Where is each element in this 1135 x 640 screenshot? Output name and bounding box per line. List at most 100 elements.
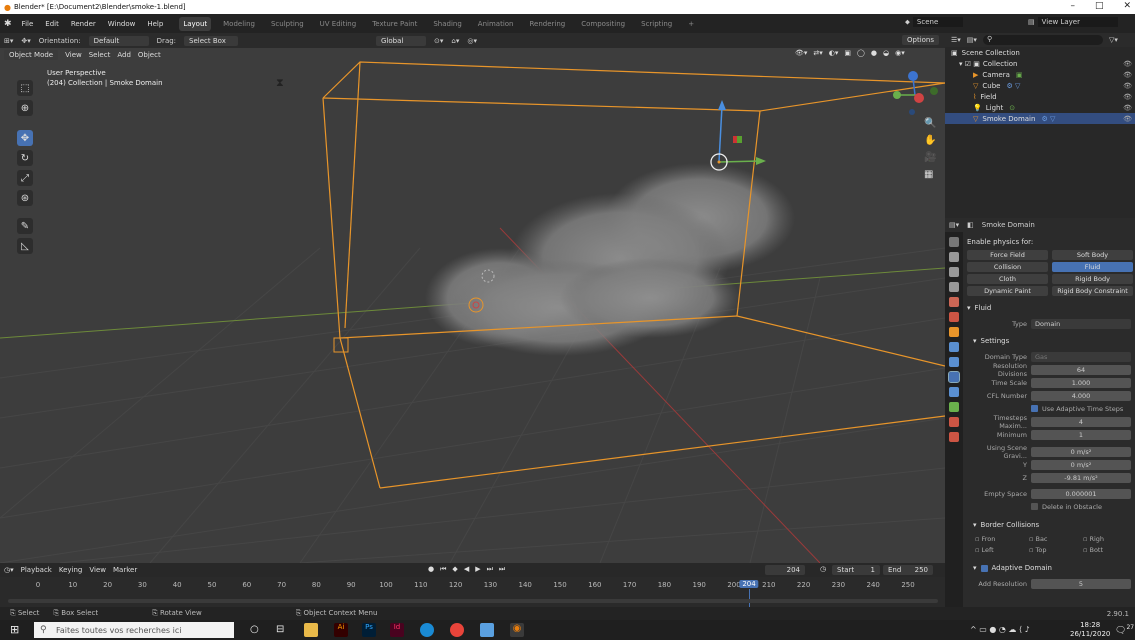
blender-taskbar-icon[interactable]: ◉ — [510, 623, 524, 637]
workspace-tab-rendering[interactable]: Rendering — [525, 17, 569, 31]
end-frame-field[interactable]: End 250 — [883, 565, 933, 575]
blender-menu-icon[interactable]: ✱ — [4, 19, 12, 29]
world-tab-icon[interactable] — [949, 312, 959, 322]
tool-tab-icon[interactable] — [949, 237, 959, 247]
transform-orientation-dropdown[interactable]: Global — [376, 35, 427, 46]
timeline-scrollbar[interactable] — [8, 599, 938, 603]
modifier-tab-icon[interactable] — [949, 342, 959, 352]
view-layer-selector[interactable]: ▤ View Layer — [1028, 17, 1118, 27]
proportional-edit-icon[interactable]: ◎▾ — [467, 37, 477, 45]
mode-dropdown[interactable]: Object Mode — [4, 50, 59, 60]
properties-editor-icon[interactable]: ▤▾ — [949, 221, 959, 229]
playhead-frame[interactable]: 204 — [739, 580, 759, 588]
notification-icon[interactable]: 🗨27 — [1115, 624, 1134, 636]
material-tab-icon[interactable] — [949, 417, 959, 427]
drag-dropdown[interactable]: Select Box — [184, 35, 239, 46]
timeline-menu-view[interactable]: View — [89, 566, 106, 574]
output-tab-icon[interactable] — [949, 267, 959, 277]
add-resolution-field[interactable]: 5 — [1031, 578, 1131, 589]
display-mode-icon[interactable]: ▤▾ — [967, 36, 977, 44]
shading-material-icon[interactable]: ◒ — [883, 49, 889, 57]
windows-start-icon[interactable]: ⊞ — [10, 623, 19, 636]
outliner-collection[interactable]: ▾ ☑ ▣ Collection 👁 — [945, 58, 1135, 69]
outliner-editor-icon[interactable]: ☰▾ — [951, 36, 961, 44]
eye-icon[interactable]: 👁 — [1123, 60, 1132, 68]
viewport-menu-object[interactable]: Object — [138, 51, 161, 59]
ortho-grid-icon[interactable]: ▦ — [924, 169, 936, 180]
soft-body-button[interactable]: Soft Body — [1052, 250, 1133, 260]
clock[interactable]: 18:28 26/11/2020 — [1070, 621, 1110, 639]
properties-editor[interactable]: ▤▾ ◧ Smoke Domain Enable physics for: Fo… — [945, 218, 1135, 607]
render-tab-icon[interactable] — [949, 252, 959, 262]
border-bottom-checkbox[interactable]: ▫ Bott — [1083, 546, 1133, 554]
current-frame-field[interactable]: 204 — [765, 565, 805, 575]
editor-type-icon[interactable]: ⊞▾ — [4, 37, 13, 45]
app-icon[interactable] — [480, 623, 494, 637]
texture-tab-icon[interactable] — [949, 432, 959, 442]
outliner-search-input[interactable]: ⚲ — [982, 35, 1103, 45]
maximize-button[interactable]: □ — [1095, 1, 1104, 11]
photoshop-icon[interactable]: Ps — [362, 623, 376, 637]
xray-icon[interactable]: ▣ — [844, 49, 851, 57]
visibility-icon[interactable]: 👁▾ — [795, 49, 807, 57]
chrome-icon[interactable] — [450, 623, 464, 637]
illustrator-icon[interactable]: Ai — [334, 623, 348, 637]
stopwatch-icon[interactable]: ◷ — [820, 565, 826, 573]
timeline-editor[interactable]: ◷▾ Playback Keying View Marker ● ⏮ ◆ ◀ ▶… — [0, 563, 945, 607]
play-reverse-icon[interactable]: ◀ — [464, 565, 469, 574]
expand-arrow-icon[interactable]: ▾ ☑ ▣ — [959, 60, 980, 68]
rotate-tool-icon[interactable]: ↻ — [17, 150, 33, 166]
close-button[interactable]: ✕ — [1123, 1, 1131, 11]
measure-tool-icon[interactable]: ◺ — [17, 238, 33, 254]
menu-help[interactable]: Help — [145, 18, 165, 30]
delete-obstacle-checkbox[interactable] — [1031, 503, 1038, 510]
object-tab-icon[interactable] — [949, 327, 959, 337]
annotate-tool-icon[interactable]: ✎ — [17, 218, 33, 234]
next-keyframe-icon[interactable]: ⏭ — [487, 565, 493, 574]
menu-render[interactable]: Render — [69, 18, 98, 30]
viewport-menu-view[interactable]: View — [65, 51, 82, 59]
cursor-tool-icon[interactable]: ⊕ — [17, 100, 33, 116]
system-tray-icons[interactable]: ^ ▭ ● ◔ ☁ ⟨ ♪ — [970, 625, 1030, 634]
3d-viewport[interactable]: Object Mode View Select Add Object 👁▾ ⇄▾… — [0, 48, 945, 563]
border-front-checkbox[interactable]: ▫ Fron — [975, 535, 1025, 543]
orientation-dropdown[interactable]: Default — [88, 35, 149, 46]
transform-pivot-icon[interactable]: ✥▾ — [21, 37, 30, 45]
shading-solid-icon[interactable]: ● — [871, 49, 877, 57]
menu-edit[interactable]: Edit — [43, 18, 61, 30]
fluid-panel-header[interactable]: ▾ Fluid — [967, 302, 1133, 314]
zoom-icon[interactable]: 🔍 — [924, 118, 936, 129]
cloth-button[interactable]: Cloth — [967, 274, 1048, 284]
constraints-tab-icon[interactable] — [949, 387, 959, 397]
eye-icon[interactable]: 👁 — [1123, 82, 1132, 90]
timeline-menu-keying[interactable]: Keying — [59, 566, 83, 574]
eye-icon[interactable]: 👁 — [1123, 71, 1132, 79]
shading-wireframe-icon[interactable]: ◯ — [857, 49, 865, 57]
border-top-checkbox[interactable]: ▫ Top — [1029, 546, 1079, 554]
record-icon[interactable]: ● — [428, 565, 434, 574]
start-frame-field[interactable]: Start 1 — [832, 565, 880, 575]
pan-hand-icon[interactable]: ✋ — [924, 135, 936, 146]
indesign-icon[interactable]: Id — [390, 623, 404, 637]
border-back-checkbox[interactable]: ▫ Bac — [1029, 535, 1079, 543]
workspace-tab-uv-editing[interactable]: UV Editing — [316, 17, 361, 31]
workspace-tab-texture-paint[interactable]: Texture Paint — [368, 17, 421, 31]
minimum-field[interactable]: 1 — [1031, 429, 1131, 440]
type-dropdown[interactable]: Domain — [1031, 318, 1131, 329]
workspace-tab-animation[interactable]: Animation — [474, 17, 518, 31]
empty-space-field[interactable]: 0.000001 — [1031, 488, 1131, 499]
physics-tab-icon[interactable] — [948, 371, 960, 383]
data-tab-icon[interactable] — [949, 402, 959, 412]
adaptive-steps-checkbox[interactable] — [1031, 405, 1038, 412]
timeline-menu-marker[interactable]: Marker — [113, 566, 137, 574]
viewport-menu-add[interactable]: Add — [117, 51, 131, 59]
move-tool-icon[interactable]: ✥ — [17, 130, 33, 146]
task-view-icon[interactable]: ○ — [250, 624, 259, 635]
edge-icon[interactable] — [420, 623, 434, 637]
minimize-button[interactable]: – — [1070, 1, 1075, 11]
outliner-item-camera[interactable]: ▶ Camera ▣ 👁 — [945, 69, 1135, 80]
filter-icon[interactable]: ▽▾ — [1109, 36, 1118, 44]
workspace-tab-layout[interactable]: Layout — [179, 16, 212, 31]
view-layer-tab-icon[interactable] — [949, 282, 959, 292]
cfl-field[interactable]: 4.000 — [1031, 390, 1131, 401]
